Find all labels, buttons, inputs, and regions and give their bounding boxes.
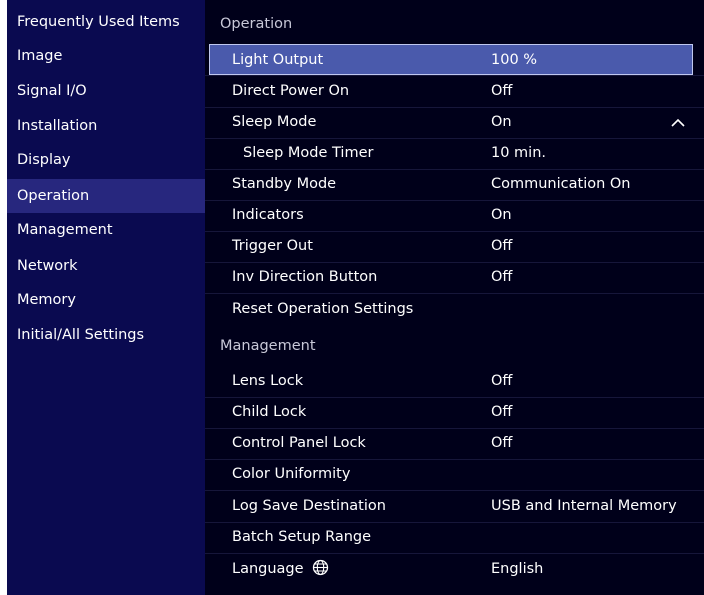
sidebar-item-installation[interactable]: Installation bbox=[7, 109, 205, 143]
globe-icon bbox=[313, 559, 329, 576]
sidebar-item-initial-all-settings[interactable]: Initial/All Settings bbox=[7, 318, 205, 352]
setting-row-lens-lock[interactable]: Lens Lock Off bbox=[205, 366, 704, 397]
setting-value: USB and Internal Memory bbox=[491, 498, 677, 514]
setting-label: Color Uniformity bbox=[232, 466, 351, 482]
setting-label: Sleep Mode Timer bbox=[243, 145, 374, 161]
setting-label: Indicators bbox=[232, 207, 304, 223]
setting-value: 10 min. bbox=[491, 145, 547, 161]
setting-value: Off bbox=[491, 269, 513, 285]
sidebar-item-management[interactable]: Management bbox=[7, 213, 205, 247]
setting-label: Direct Power On bbox=[232, 83, 350, 99]
sidebar-item-image[interactable]: Image bbox=[7, 39, 205, 73]
setting-value: On bbox=[491, 114, 512, 130]
setting-row-standby-mode[interactable]: Standby Mode Communication On bbox=[205, 169, 704, 200]
setting-value: Off bbox=[491, 404, 513, 420]
setting-label: Child Lock bbox=[232, 404, 307, 420]
setting-label: Trigger Out bbox=[232, 238, 313, 254]
sidebar-item-memory[interactable]: Memory bbox=[7, 283, 205, 317]
sidebar-item-operation[interactable]: Operation bbox=[7, 179, 205, 213]
setting-row-batch-setup-range[interactable]: Batch Setup Range bbox=[205, 522, 704, 553]
setting-label: Control Panel Lock bbox=[232, 435, 366, 451]
setting-label: Log Save Destination bbox=[232, 498, 386, 514]
setting-label: Lens Lock bbox=[232, 373, 304, 389]
setting-label: Language bbox=[232, 561, 304, 577]
projector-menu-screen: Frequently Used Items Image Signal I/O I… bbox=[7, 0, 704, 595]
setting-label: Light Output bbox=[232, 52, 324, 68]
setting-value: On bbox=[491, 207, 512, 223]
setting-row-log-save-destination[interactable]: Log Save Destination USB and Internal Me… bbox=[205, 491, 704, 522]
setting-value: Off bbox=[491, 238, 513, 254]
section-header-operation: Operation bbox=[220, 16, 293, 32]
sidebar-item-frequently-used-items[interactable]: Frequently Used Items bbox=[7, 5, 205, 39]
setting-row-trigger-out[interactable]: Trigger Out Off bbox=[205, 231, 704, 262]
setting-label: Standby Mode bbox=[232, 176, 337, 192]
setting-row-child-lock[interactable]: Child Lock Off bbox=[205, 397, 704, 428]
setting-value: 100 % bbox=[491, 52, 538, 68]
setting-label-with-icon: Language bbox=[232, 554, 329, 585]
setting-value: English bbox=[491, 561, 544, 577]
section-header-management: Management bbox=[220, 338, 316, 354]
setting-label: Batch Setup Range bbox=[232, 529, 372, 545]
setting-label: Sleep Mode bbox=[232, 114, 317, 130]
chevron-up-icon[interactable] bbox=[670, 107, 686, 138]
setting-value: Off bbox=[491, 435, 513, 451]
settings-panel: Operation Light Output 100 % Direct Powe… bbox=[205, 0, 704, 595]
setting-row-light-output[interactable]: Light Output 100 % bbox=[209, 44, 693, 75]
setting-row-reset-operation-settings[interactable]: Reset Operation Settings bbox=[205, 294, 704, 325]
setting-value: Off bbox=[491, 373, 513, 389]
setting-row-control-panel-lock[interactable]: Control Panel Lock Off bbox=[205, 428, 704, 459]
sidebar-item-network[interactable]: Network bbox=[7, 249, 205, 283]
setting-label: Reset Operation Settings bbox=[232, 301, 414, 317]
sidebar: Frequently Used Items Image Signal I/O I… bbox=[7, 0, 205, 595]
setting-row-inv-direction-button[interactable]: Inv Direction Button Off bbox=[205, 262, 704, 293]
setting-row-color-uniformity[interactable]: Color Uniformity bbox=[205, 459, 704, 490]
setting-row-language[interactable]: Language English bbox=[205, 554, 704, 585]
sidebar-item-signal-io[interactable]: Signal I/O bbox=[7, 74, 205, 108]
setting-label: Inv Direction Button bbox=[232, 269, 378, 285]
setting-row-sleep-mode-timer[interactable]: Sleep Mode Timer 10 min. bbox=[205, 138, 704, 169]
setting-value: Off bbox=[491, 83, 513, 99]
setting-row-direct-power-on[interactable]: Direct Power On Off bbox=[205, 76, 704, 107]
sidebar-item-display[interactable]: Display bbox=[7, 143, 205, 177]
setting-value: Communication On bbox=[491, 176, 631, 192]
setting-row-sleep-mode[interactable]: Sleep Mode On bbox=[205, 107, 704, 138]
setting-row-indicators[interactable]: Indicators On bbox=[205, 200, 704, 231]
